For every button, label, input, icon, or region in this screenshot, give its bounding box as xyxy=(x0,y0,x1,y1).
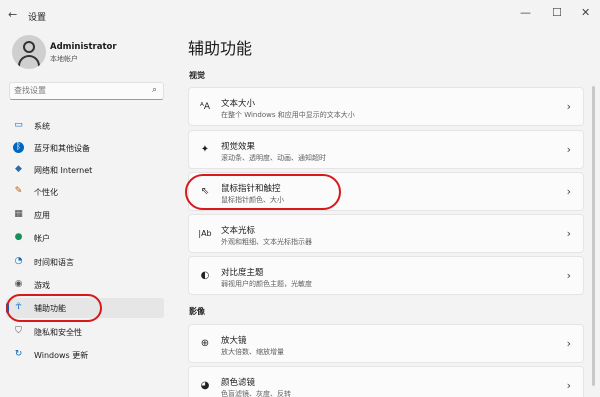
pencil-icon: ✎ xyxy=(14,186,23,196)
card-title: 颜色滤镜 xyxy=(221,378,256,388)
globe-clock-icon: ◔ xyxy=(14,256,23,266)
monitor-icon: ▭ xyxy=(14,120,23,130)
sidebar-item-label: 辅助功能 xyxy=(34,304,66,313)
card-title: 文本大小 xyxy=(221,99,256,109)
person-body-icon xyxy=(18,55,40,69)
gamepad-icon: ◉ xyxy=(14,279,23,289)
chevron-right-icon: › xyxy=(566,379,571,392)
color-filter-icon: ◕ xyxy=(200,380,210,391)
contrast-icon: ◐ xyxy=(200,270,210,281)
sidebar-item-windows-update[interactable]: ↻ Windows 更新 xyxy=(6,345,164,365)
sidebar-item-accessibility[interactable]: ☥ 辅助功能 xyxy=(6,298,164,318)
sidebar-item-label: 系统 xyxy=(34,122,50,131)
chevron-right-icon: › xyxy=(566,337,571,350)
card-title: 视觉效果 xyxy=(221,142,256,152)
search-box[interactable]: ⌕ xyxy=(9,82,164,100)
chevron-right-icon: › xyxy=(566,100,571,113)
mouse-pointer-icon: ⇖ xyxy=(200,186,210,197)
apps-icon: ▦ xyxy=(14,209,23,219)
scrollbar[interactable] xyxy=(592,86,595,386)
accessibility-icon: ☥ xyxy=(15,302,22,312)
chevron-right-icon: › xyxy=(566,143,571,156)
sidebar-item-bluetooth[interactable]: ᛒ 蓝牙和其他设备 xyxy=(6,138,164,158)
card-description: 弱视用户的颜色主题，光敏度 xyxy=(221,280,312,288)
card-magnifier[interactable]: ⊕ 放大镜 放大倍数、缩放增量 › xyxy=(188,324,584,363)
sidebar-item-personalization[interactable]: ✎ 个性化 xyxy=(6,182,164,202)
search-icon[interactable]: ⌕ xyxy=(152,85,157,95)
person-head-icon xyxy=(23,41,35,53)
card-title: 文本光标 xyxy=(221,226,256,236)
sidebar-item-label: 个性化 xyxy=(34,188,58,197)
chevron-right-icon: › xyxy=(566,269,571,282)
card-description: 鼠标指针颜色、大小 xyxy=(221,196,284,204)
title-bar: ← 设置 — ☐ ✕ xyxy=(0,0,600,30)
card-description: 色盲滤镜、灰度、反转 xyxy=(221,390,291,397)
sidebar-item-network[interactable]: ◆ 网络和 Internet xyxy=(6,160,164,180)
card-mouse-pointer-touch[interactable]: ⇖ 鼠标指针和触控 鼠标指针颜色、大小 › xyxy=(188,172,584,211)
card-description: 在整个 Windows 和应用中显示的文本大小 xyxy=(221,111,355,119)
sidebar-item-time-language[interactable]: ◔ 时间和语言 xyxy=(6,252,164,272)
sidebar-item-label: Windows 更新 xyxy=(34,351,89,360)
sparkle-icon: ✦ xyxy=(200,144,210,155)
update-icon: ↻ xyxy=(14,349,23,359)
avatar[interactable] xyxy=(12,35,46,69)
app-title: 设置 xyxy=(28,13,47,23)
sidebar-item-apps[interactable]: ▦ 应用 xyxy=(6,205,164,225)
magnifier-icon: ⊕ xyxy=(200,338,210,349)
card-description: 滚动条、透明度、动画、通知超时 xyxy=(221,154,326,162)
sidebar-item-system[interactable]: ▭ 系统 xyxy=(6,116,164,136)
card-description: 放大倍数、缩放增量 xyxy=(221,348,284,356)
sidebar-item-label: 蓝牙和其他设备 xyxy=(34,144,90,153)
shield-icon: ⛉ xyxy=(15,326,22,336)
chevron-right-icon: › xyxy=(566,185,571,198)
sidebar-item-gaming[interactable]: ◉ 游戏 xyxy=(6,275,164,295)
chevron-right-icon: › xyxy=(566,227,571,240)
sidebar-item-label: 网络和 Internet xyxy=(34,166,93,175)
sidebar-item-label: 时间和语言 xyxy=(34,258,74,267)
back-arrow-icon[interactable]: ← xyxy=(8,8,17,21)
account-type: 本地帐户 xyxy=(50,55,78,63)
wifi-icon: ◆ xyxy=(15,164,22,174)
user-name: Administrator xyxy=(50,42,117,52)
maximize-button[interactable]: ☐ xyxy=(552,6,562,19)
card-title: 放大镜 xyxy=(221,336,247,346)
search-input[interactable] xyxy=(14,86,144,95)
close-button[interactable]: ✕ xyxy=(581,6,590,19)
section-title-hearing: 影像 xyxy=(189,307,205,316)
sidebar-item-label: 游戏 xyxy=(34,281,50,290)
person-icon: ● xyxy=(14,232,23,242)
sidebar-item-label: 帐户 xyxy=(34,234,50,243)
card-description: 外观和粗细、文本光标指示器 xyxy=(221,238,312,246)
sidebar-item-accounts[interactable]: ● 帐户 xyxy=(6,228,164,248)
text-size-icon: ᴬA xyxy=(199,102,211,112)
text-cursor-icon: |Ab xyxy=(198,229,212,238)
page-title: 辅助功能 xyxy=(188,39,253,58)
card-contrast-themes[interactable]: ◐ 对比度主题 弱视用户的颜色主题，光敏度 › xyxy=(188,256,584,295)
sidebar-item-label: 应用 xyxy=(34,211,50,220)
card-text-size[interactable]: ᴬA 文本大小 在整个 Windows 和应用中显示的文本大小 › xyxy=(188,87,584,126)
minimize-button[interactable]: — xyxy=(520,6,531,19)
sidebar-item-privacy[interactable]: ⛉ 隐私和安全性 xyxy=(6,322,164,342)
section-title-vision: 视觉 xyxy=(189,71,205,80)
sidebar-item-label: 隐私和安全性 xyxy=(34,328,82,337)
card-color-filters[interactable]: ◕ 颜色滤镜 色盲滤镜、灰度、反转 › xyxy=(188,366,584,397)
card-text-cursor[interactable]: |Ab 文本光标 外观和粗细、文本光标指示器 › xyxy=(188,214,584,253)
card-title: 鼠标指针和触控 xyxy=(221,184,281,194)
card-visual-effects[interactable]: ✦ 视觉效果 滚动条、透明度、动画、通知超时 › xyxy=(188,130,584,169)
card-title: 对比度主题 xyxy=(221,268,264,278)
bluetooth-icon: ᛒ xyxy=(13,142,24,153)
